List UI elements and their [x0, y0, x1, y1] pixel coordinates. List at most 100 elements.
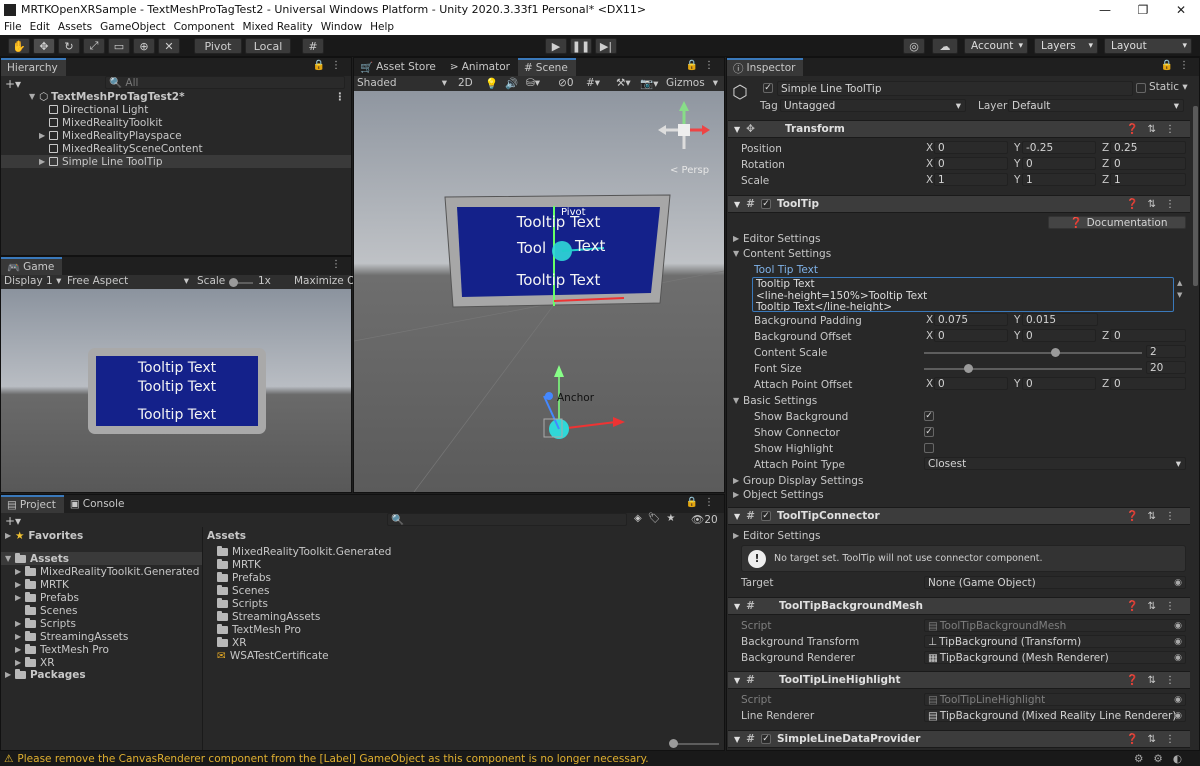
- menu-mixed-reality[interactable]: Mixed Reality: [243, 21, 313, 33]
- menu-gameobject[interactable]: GameObject: [100, 21, 165, 33]
- create-add-icon[interactable]: +▾: [5, 77, 21, 91]
- textarea-scroll-icon[interactable]: ▲ ▼: [1177, 277, 1182, 301]
- layout-dropdown[interactable]: Layout: [1104, 38, 1192, 54]
- inspector-scrollbar[interactable]: [1193, 106, 1198, 286]
- custom-tool-icon[interactable]: ✕: [158, 38, 180, 54]
- scene-menu-icon[interactable]: ⋮: [335, 91, 346, 103]
- project-tree-item[interactable]: ▶ MixedRealityToolkit.Generated: [15, 565, 199, 578]
- component-menu-icons[interactable]: ❓⇅⋮: [1126, 511, 1184, 522]
- pivot-toggle[interactable]: Pivot: [194, 38, 242, 54]
- expand-arrow-icon[interactable]: ▶: [39, 157, 49, 166]
- tag-dropdown[interactable]: Untagged ▾: [780, 99, 966, 112]
- scale-z-field[interactable]: 1: [1110, 173, 1186, 186]
- menu-window[interactable]: Window: [321, 21, 362, 33]
- menu-assets[interactable]: Assets: [58, 21, 92, 33]
- position-y-field[interactable]: -0.25: [1022, 141, 1096, 154]
- assets-row[interactable]: ▼ Assets: [1, 552, 202, 565]
- scene-root-row[interactable]: ▼ ⬡ TextMeshProTagTest2* ⋮: [29, 90, 351, 103]
- favorites-row[interactable]: ▶ ★ Favorites: [5, 529, 83, 542]
- tab-project[interactable]: ▤ Project: [1, 495, 64, 513]
- gizmos-dropdown[interactable]: Gizmos ▾: [666, 77, 718, 89]
- line-renderer-field[interactable]: ▤ TipBackground (Mixed Reality Line Rende…: [924, 709, 1186, 722]
- tab-hierarchy[interactable]: Hierarchy: [1, 58, 66, 76]
- hierarchy-item[interactable]: ▶ MixedRealityPlayspace: [39, 129, 182, 142]
- expand-arrow-icon[interactable]: ▶: [39, 131, 49, 140]
- 2d-toggle[interactable]: 2D: [458, 77, 473, 89]
- connector-header[interactable]: ▼ # ✓ ToolTipConnector ❓⇅⋮: [728, 507, 1190, 525]
- bg-padding-x-field[interactable]: 0.075: [934, 313, 1008, 326]
- panel-menu-icon[interactable]: 🔒⋮: [686, 60, 720, 71]
- cloud-icon[interactable]: ☁: [932, 38, 958, 54]
- play-button[interactable]: ▶: [545, 38, 567, 54]
- tab-scene[interactable]: # Scene: [517, 58, 576, 76]
- content-scale-slider[interactable]: [924, 352, 1142, 354]
- panel-menu-icon[interactable]: 🔒⋮: [686, 497, 720, 508]
- connector-enabled-checkbox[interactable]: ✓: [760, 511, 771, 521]
- transform-header[interactable]: ▼ ✥ Transform ❓⇅⋮: [728, 120, 1190, 138]
- account-dropdown[interactable]: Account: [964, 38, 1028, 54]
- hidden-objects-icon[interactable]: ⊘0: [558, 77, 574, 89]
- effects-dropdown-icon[interactable]: ⛁▾: [526, 77, 540, 89]
- fold-arrow-icon[interactable]: ▼: [734, 735, 740, 744]
- expand-arrow-icon[interactable]: ▶: [5, 531, 15, 540]
- bg-offset-z-field[interactable]: 0: [1110, 329, 1186, 342]
- audio-toggle-icon[interactable]: 🔊: [505, 77, 518, 90]
- project-divider[interactable]: [202, 527, 203, 750]
- target-object-field[interactable]: None (Game Object): [924, 576, 1186, 589]
- hidden-packages-count[interactable]: 👁20: [691, 513, 718, 526]
- group-display-foldout[interactable]: ▶ Group Display Settings: [733, 473, 863, 488]
- font-size-field[interactable]: 20: [1146, 361, 1186, 374]
- perspective-label[interactable]: < Persp: [670, 165, 709, 176]
- layer-dropdown[interactable]: Default ▾: [1008, 99, 1184, 112]
- show-background-checkbox[interactable]: ✓: [924, 411, 934, 421]
- local-toggle[interactable]: Local: [245, 38, 291, 54]
- project-tree-item[interactable]: ▶ Scripts: [15, 617, 76, 630]
- hierarchy-item-selected[interactable]: ▶ Simple Line ToolTip: [1, 155, 351, 168]
- asset-item[interactable]: TextMesh Pro: [217, 623, 301, 636]
- shading-dropdown[interactable]: Shaded ▾: [357, 77, 447, 89]
- font-size-slider[interactable]: [924, 368, 1142, 370]
- attach-type-dropdown[interactable]: Closest ▾: [924, 457, 1186, 470]
- component-menu-icons[interactable]: ❓⇅⋮: [1126, 199, 1184, 210]
- menu-component[interactable]: Component: [174, 21, 235, 33]
- attach-offset-x-field[interactable]: 0: [934, 377, 1008, 390]
- position-x-field[interactable]: 0: [934, 141, 1008, 154]
- asset-item[interactable]: StreamingAssets: [217, 610, 320, 623]
- step-button[interactable]: ▶|: [595, 38, 617, 54]
- hierarchy-item[interactable]: MixedRealityToolkit: [49, 116, 162, 129]
- object-settings-foldout[interactable]: ▶ Object Settings: [733, 487, 824, 502]
- maximize-button[interactable]: ❐: [1124, 0, 1162, 19]
- layers-dropdown[interactable]: Layers: [1034, 38, 1098, 54]
- rotation-z-field[interactable]: 0: [1110, 157, 1186, 170]
- static-checkbox[interactable]: [1136, 83, 1146, 93]
- tooltip-text-area[interactable]: Tooltip Text <line-height=150%>Tooltip T…: [752, 277, 1174, 312]
- rotation-y-field[interactable]: 0: [1022, 157, 1096, 170]
- dataprovider-header[interactable]: ▼ # ✓ SimpleLineDataProvider ❓⇅⋮: [728, 730, 1190, 748]
- maximize-on-play-toggle[interactable]: Maximize On: [294, 275, 362, 287]
- grid-dropdown-icon[interactable]: #▾: [586, 77, 600, 89]
- tab-animator[interactable]: ⋗ Animator: [444, 58, 518, 76]
- transform-tool-icon[interactable]: ⊕: [133, 38, 155, 54]
- asset-item[interactable]: Prefabs: [217, 571, 271, 584]
- show-highlight-checkbox[interactable]: [924, 443, 934, 453]
- move-tool-icon[interactable]: ✥: [33, 38, 55, 54]
- orientation-gizmo-icon[interactable]: [652, 97, 712, 163]
- project-tree-item[interactable]: ▶ StreamingAssets: [15, 630, 128, 643]
- aspect-dropdown[interactable]: Free Aspect ▾: [67, 275, 189, 287]
- status-message[interactable]: Please remove the CanvasRenderer compone…: [17, 753, 648, 765]
- position-z-field[interactable]: 0.25: [1110, 141, 1186, 154]
- content-scale-knob[interactable]: [1050, 348, 1060, 357]
- object-name-field[interactable]: Simple Line ToolTip: [777, 81, 1133, 96]
- hierarchy-search-input[interactable]: 🔍 All: [105, 76, 345, 89]
- hand-tool-icon[interactable]: ✋: [8, 38, 30, 54]
- editor-settings-foldout[interactable]: ▶ Editor Settings: [733, 231, 820, 246]
- project-tree-item[interactable]: ▶ Prefabs: [15, 591, 79, 604]
- bg-renderer-field[interactable]: ▦ TipBackground (Mesh Renderer): [924, 651, 1186, 664]
- attach-offset-z-field[interactable]: 0: [1110, 377, 1186, 390]
- camera-dropdown-icon[interactable]: 📷▾: [640, 77, 658, 90]
- dataprovider-enabled-checkbox[interactable]: ✓: [760, 734, 771, 744]
- menu-file[interactable]: File: [4, 21, 22, 33]
- active-checkbox[interactable]: ✓: [763, 83, 773, 93]
- attach-offset-y-field[interactable]: 0: [1022, 377, 1096, 390]
- content-settings-foldout[interactable]: ▼ Content Settings: [733, 246, 831, 261]
